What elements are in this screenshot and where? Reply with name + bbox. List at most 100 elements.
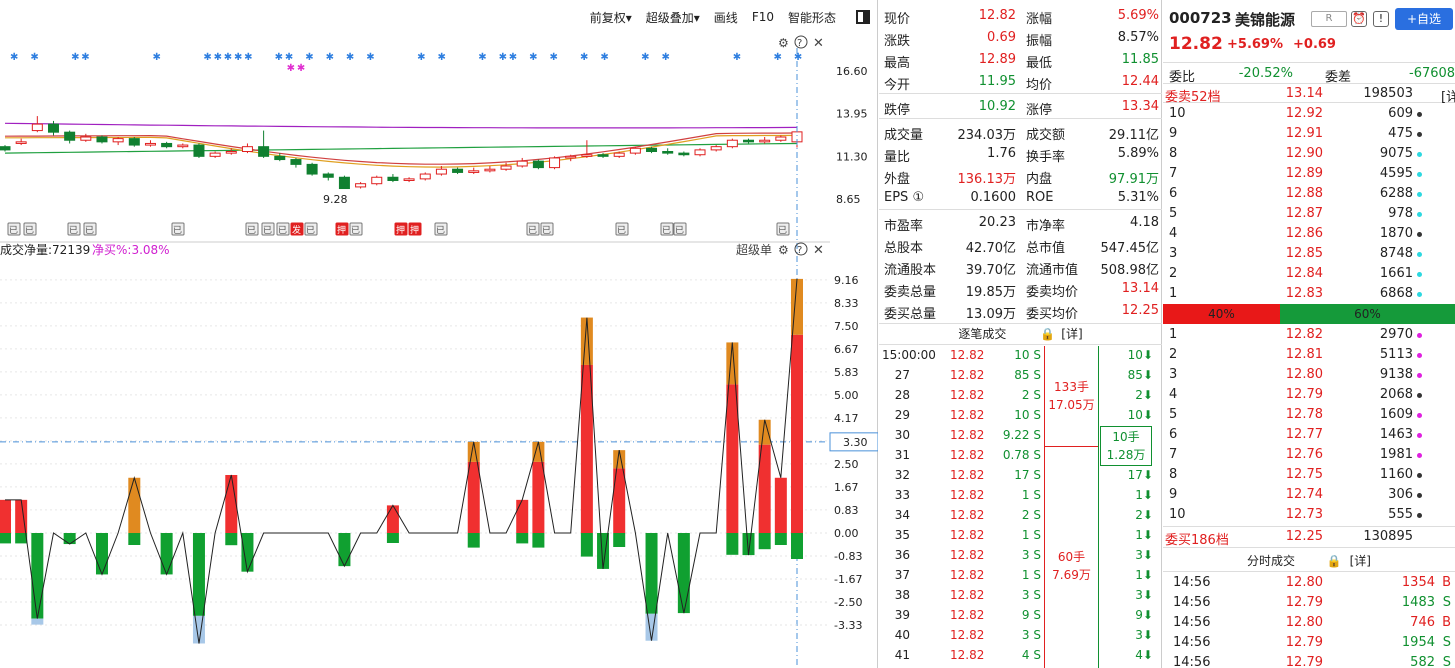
flow-settings-icon[interactable]: ⚙ — [778, 243, 789, 257]
event-tag[interactable]: 已 — [261, 222, 275, 236]
candle-body[interactable] — [290, 159, 302, 165]
event-star-icon[interactable]: ✱ — [529, 52, 537, 63]
bid-row[interactable]: 8 12.75 1160 — [1163, 465, 1455, 485]
event-tag[interactable]: 已 — [349, 222, 363, 236]
ask-row[interactable]: 7 12.89 4595 — [1163, 164, 1455, 184]
candle-body[interactable] — [96, 136, 108, 143]
flow-close-icon[interactable]: ✕ — [813, 243, 824, 258]
event-tag[interactable]: 已 — [615, 222, 629, 236]
tick-detail-link[interactable]: [详] — [1061, 327, 1082, 341]
event-tag[interactable]: 押 — [408, 222, 422, 236]
candle-body[interactable] — [726, 139, 738, 148]
event-star-icon[interactable]: ✱ — [550, 52, 558, 63]
event-tag[interactable]: 已 — [526, 222, 540, 236]
event-star-icon[interactable]: ✱ — [71, 52, 79, 63]
candle-body[interactable] — [516, 160, 528, 167]
alarm-icon[interactable]: ⏰ — [1351, 11, 1367, 27]
event-star-icon[interactable]: ✱ — [81, 52, 89, 63]
event-star-icon[interactable]: ✱ — [275, 52, 283, 63]
candle-body[interactable] — [161, 142, 173, 148]
candle-body[interactable] — [775, 136, 787, 141]
candle-body[interactable] — [646, 147, 658, 153]
ask-row[interactable]: 6 12.88 6288 — [1163, 184, 1455, 204]
event-tag[interactable]: 已 — [171, 222, 185, 236]
bid-row[interactable]: 6 12.77 1463 — [1163, 425, 1455, 445]
candle-body[interactable] — [532, 160, 544, 169]
event-star-icon[interactable]: ✱ — [478, 52, 486, 63]
event-star-icon[interactable]: ✱ — [305, 52, 313, 63]
event-star-icon[interactable]: ✱ — [326, 52, 334, 63]
candle-body[interactable] — [629, 147, 641, 154]
event-tag[interactable]: 已 — [776, 222, 790, 236]
event-tag[interactable]: 已 — [23, 222, 37, 236]
bid-row[interactable]: 2 12.81 5113 — [1163, 345, 1455, 365]
event-star-icon[interactable]: ✱ — [203, 52, 211, 63]
add-watchlist-button[interactable]: +自选 — [1395, 8, 1453, 30]
bid-row[interactable]: 3 12.80 9138 — [1163, 365, 1455, 385]
event-tag[interactable]: 押 — [335, 222, 349, 236]
ask-row[interactable]: 2 12.84 1661 — [1163, 264, 1455, 284]
candle-body[interactable] — [759, 139, 771, 143]
candle-body[interactable] — [581, 154, 593, 157]
event-tag[interactable]: 已 — [304, 222, 318, 236]
layout-toggle-icon[interactable] — [856, 10, 870, 24]
bid-row[interactable]: 7 12.76 1981 — [1163, 445, 1455, 465]
ask-row[interactable]: 5 12.87 978 — [1163, 204, 1455, 224]
candle-body[interactable] — [694, 149, 706, 156]
event-star-icon[interactable]: ✱ — [509, 52, 517, 63]
event-star-icon[interactable]: ✱ — [214, 52, 222, 63]
event-star-icon[interactable]: ✱ — [285, 52, 293, 63]
candle-body[interactable] — [468, 170, 480, 173]
candle-body[interactable] — [549, 157, 561, 169]
candle-body[interactable] — [419, 173, 431, 180]
event-star-icon[interactable]: ✱ — [499, 52, 507, 63]
pattern-button[interactable]: 智能形态 — [788, 9, 836, 26]
f10-button[interactable]: F10 — [752, 10, 774, 24]
candle-body[interactable] — [274, 155, 286, 161]
super-order-label[interactable]: 超级单 — [736, 242, 772, 257]
ask-row[interactable]: 10 12.92 609 — [1163, 104, 1455, 124]
event-star-icon[interactable]: ✱ — [153, 52, 161, 63]
candle-body[interactable] — [597, 154, 609, 157]
chart-canvas[interactable]: 16.6013.9511.308.65⚙? ✕✱ ✱ ✱ ✱ ✱ ✱ ✱ ✱ ✱ ✱ ✱ ✱ ✱ ✱ ✱ ✱ ✱ ✱… — [0, 34, 878, 668]
candle-body[interactable] — [241, 146, 253, 153]
candle-body[interactable] — [355, 183, 367, 188]
candle-body[interactable] — [565, 155, 577, 159]
event-star-icon[interactable]: ✱ — [234, 52, 242, 63]
event-star-icon[interactable]: ✱ — [30, 52, 38, 63]
event-tag[interactable]: 已 — [660, 222, 674, 236]
event-tag[interactable]: 已 — [7, 222, 21, 236]
bid-row[interactable]: 9 12.74 306 — [1163, 485, 1455, 505]
event-tag[interactable]: 已 — [67, 222, 81, 236]
minute-detail-link[interactable]: [详] — [1350, 554, 1371, 568]
candle-body[interactable] — [484, 168, 496, 172]
candle-body[interactable] — [47, 123, 59, 133]
close-icon[interactable]: ✕ — [813, 36, 824, 51]
event-star-icon[interactable]: ✱ — [10, 52, 18, 63]
event-tag[interactable]: 已 — [83, 222, 97, 236]
candle-body[interactable] — [128, 138, 140, 146]
event-star-icon[interactable]: ✱ — [600, 52, 608, 63]
candle-body[interactable] — [64, 131, 76, 141]
event-tag[interactable]: 已 — [540, 222, 554, 236]
event-star-icon[interactable]: ✱ — [661, 52, 669, 63]
candle-body[interactable] — [435, 168, 447, 175]
candle-body[interactable] — [662, 151, 674, 154]
event-star-icon[interactable]: ✱ — [641, 52, 649, 63]
event-star-icon[interactable]: ✱ — [366, 52, 374, 63]
candle-body[interactable] — [613, 152, 625, 157]
event-tag[interactable]: 发 — [290, 222, 304, 236]
settings-icon[interactable]: ⚙ — [778, 36, 789, 50]
candle-body[interactable] — [322, 173, 334, 178]
candle-body[interactable] — [678, 152, 690, 156]
candle-body[interactable] — [387, 176, 399, 181]
candle-body[interactable] — [31, 123, 43, 132]
sell-detail-link[interactable]: [详 — [1441, 86, 1455, 105]
bid-row[interactable]: 4 12.79 2068 — [1163, 385, 1455, 405]
candle-body[interactable] — [500, 165, 512, 170]
event-star-icon[interactable]: ✱ — [438, 52, 446, 63]
candle-body[interactable] — [112, 138, 124, 143]
ask-row[interactable]: 1 12.83 6868 — [1163, 284, 1455, 304]
event-star-icon[interactable]: ✱ — [794, 52, 802, 63]
candle-body[interactable] — [403, 178, 415, 181]
